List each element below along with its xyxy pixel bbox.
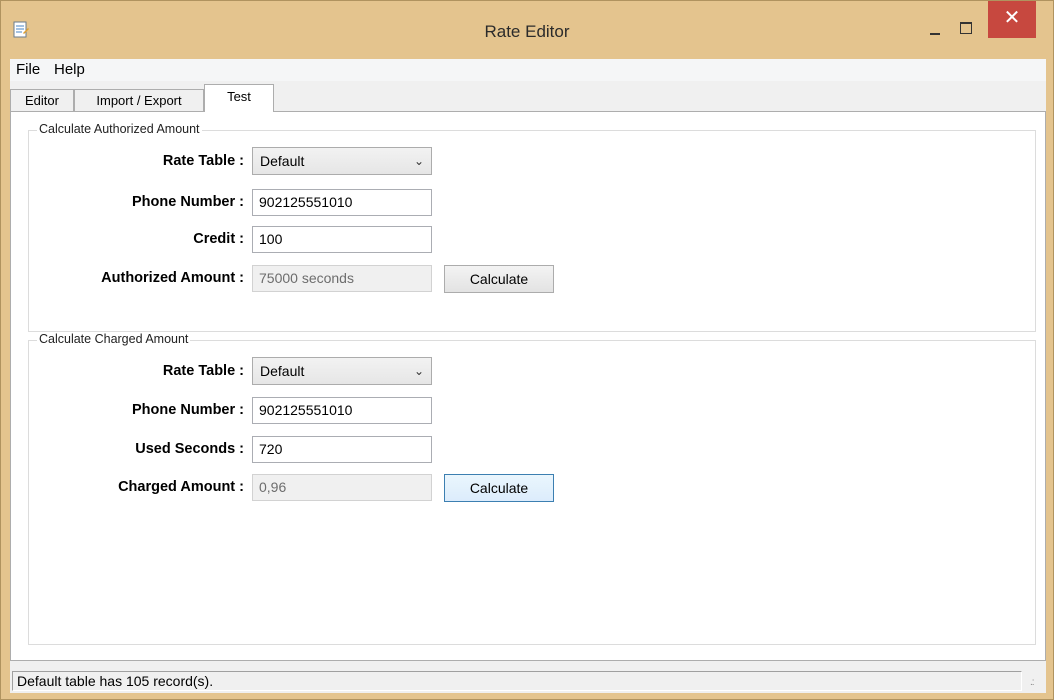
minimize-icon[interactable]	[925, 23, 945, 39]
charged-group-title: Calculate Charged Amount	[37, 332, 191, 346]
phone-number-input[interactable]: 902125551010	[252, 189, 432, 216]
resize-grip-icon[interactable]: .:	[1030, 677, 1034, 688]
menu-file[interactable]: File	[12, 61, 44, 78]
authorized-amount-group: Calculate Authorized Amount Rate Table :…	[28, 122, 1036, 332]
app-window: Rate Editor ✕ File Help Editor Import / …	[0, 0, 1054, 700]
calculate-authorized-button[interactable]: Calculate	[444, 265, 554, 293]
authorized-group-title: Calculate Authorized Amount	[37, 122, 202, 136]
maximize-icon[interactable]	[956, 19, 976, 37]
tab-page-test: Calculate Authorized Amount Rate Table :…	[10, 111, 1046, 661]
rate-table-select[interactable]: Default ⌄	[252, 357, 432, 385]
charged-amount-output: 0,96	[252, 474, 432, 501]
title-bar[interactable]: Rate Editor ✕	[1, 1, 1053, 59]
menu-help[interactable]: Help	[50, 61, 89, 78]
window-title: Rate Editor	[484, 22, 570, 41]
tab-test[interactable]: Test	[204, 84, 274, 112]
charged-amount-group: Calculate Charged Amount Rate Table : De…	[28, 332, 1036, 645]
phone-number-label: Phone Number :	[132, 194, 244, 210]
chevron-down-icon[interactable]: ⌄	[414, 358, 424, 384]
credit-input[interactable]: 100	[252, 226, 432, 253]
rate-table-select[interactable]: Default ⌄	[252, 147, 432, 175]
close-icon[interactable]: ✕	[988, 1, 1036, 38]
used-seconds-input[interactable]: 720	[252, 436, 432, 463]
rate-table-label: Rate Table :	[162, 363, 244, 379]
chevron-down-icon[interactable]: ⌄	[414, 148, 424, 174]
phone-number-input[interactable]: 902125551010	[252, 397, 432, 424]
rate-table-value: Default	[260, 153, 305, 169]
tab-strip: Editor Import / Export Test	[10, 81, 1046, 112]
tab-editor[interactable]: Editor	[10, 89, 74, 111]
used-seconds-label: Used Seconds :	[135, 441, 244, 457]
menu-bar: File Help	[10, 59, 1046, 81]
rate-table-value: Default	[260, 363, 305, 379]
status-text: Default table has 105 record(s).	[12, 671, 1022, 691]
client-area: File Help Editor Import / Export Test Ca…	[10, 59, 1046, 693]
phone-number-label: Phone Number :	[132, 402, 244, 418]
rate-table-label: Rate Table :	[162, 153, 244, 169]
tab-import-export[interactable]: Import / Export	[74, 89, 204, 111]
status-bar: Default table has 105 record(s). .:	[10, 669, 1046, 693]
credit-label: Credit :	[193, 231, 244, 247]
charged-amount-label: Charged Amount :	[118, 479, 244, 495]
authorized-amount-label: Authorized Amount :	[101, 270, 244, 286]
calculate-charged-button[interactable]: Calculate	[444, 474, 554, 502]
authorized-amount-output: 75000 seconds	[252, 265, 432, 292]
